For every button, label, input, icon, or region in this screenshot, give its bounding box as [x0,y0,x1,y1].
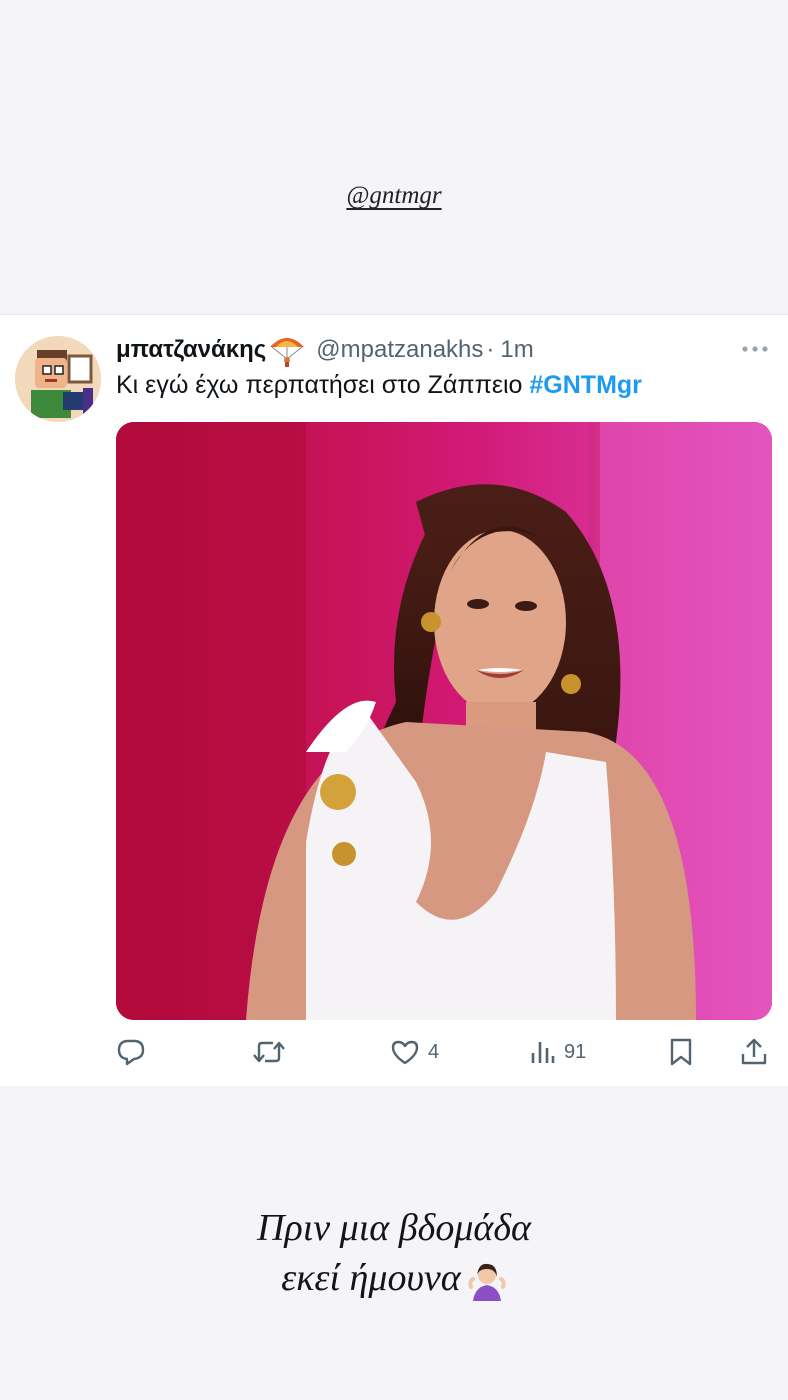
caption-line-2-text: εκεί ήμουνα [281,1257,461,1299]
shrug-emoji-icon [467,1261,507,1302]
bookmark-icon [668,1037,694,1067]
views-icon [530,1037,556,1067]
caption-line-1: Πριν μια βδομάδα [257,1207,531,1249]
heart-icon [390,1037,420,1067]
tweet-body: Κι εγώ έχω περπατήσει στο Ζάππειο [116,371,530,399]
mention-sticker[interactable]: @gntmgr [0,182,788,210]
tweet-media[interactable] [116,422,772,1020]
views-button[interactable]: 91 [530,1035,586,1069]
story-top-area: @gntmgr [0,0,788,314]
like-button[interactable]: 4 [390,1035,439,1069]
share-button[interactable] [740,1035,768,1069]
share-icon [740,1037,768,1067]
parachute-icon [268,333,306,367]
avatar[interactable] [15,336,101,422]
like-count: 4 [428,1040,440,1063]
tweet-card[interactable]: μπατζανάκης @mpatzanakhs · 1m Κι εγώ έχω… [0,314,788,1087]
tweet-text: Κι εγώ έχω περπατήσει στο Ζάππειο #GNTMg… [116,371,642,400]
bookmark-button[interactable] [668,1035,694,1069]
retweet-icon [252,1037,286,1067]
separator-dot: · [486,336,495,363]
hashtag-link[interactable]: #GNTMgr [529,371,642,399]
user-handle[interactable]: @mpatzanakhs [316,336,483,364]
reply-icon [116,1037,146,1067]
story-bottom-area: Πριν μια βδομάδα εκεί ήμουνα [0,1086,788,1400]
more-options-icon[interactable] [740,339,770,359]
tweet-header: μπατζανάκης @mpatzanakhs · 1m [116,333,534,367]
display-name[interactable]: μπατζανάκης [116,336,266,364]
views-count: 91 [564,1040,587,1063]
retweet-button[interactable] [252,1035,286,1069]
tweet-time[interactable]: 1m [500,336,533,364]
reply-button[interactable] [116,1035,146,1069]
tweet-actions: 4 91 [0,1035,788,1071]
caption-line-2: εκεί ήμουνα [0,1256,788,1302]
